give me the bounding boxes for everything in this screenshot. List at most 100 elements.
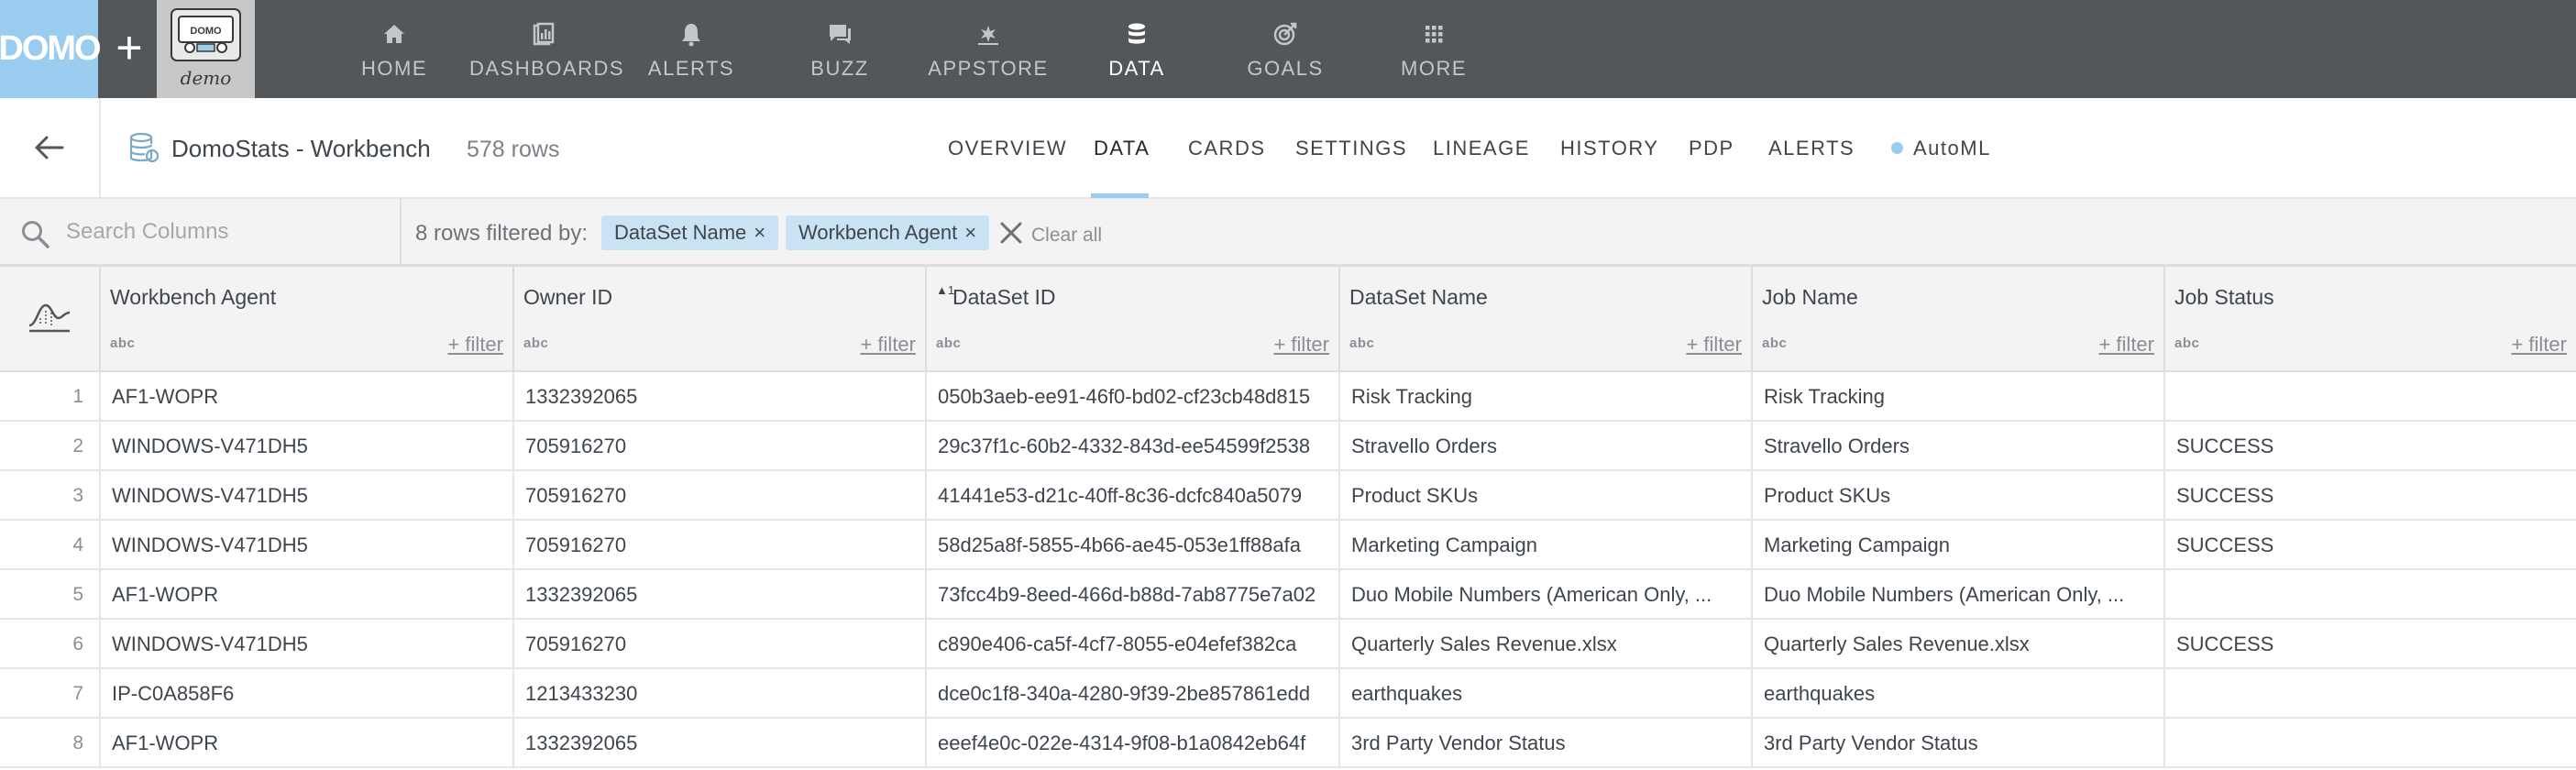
table-cell[interactable]: 73fcc4b9-8eed-466d-b88d-7ab8775e7a02 bbox=[927, 570, 1340, 620]
table-cell[interactable]: Quarterly Sales Revenue.xlsx bbox=[1753, 620, 2165, 669]
table-cell[interactable]: c890e406-ca5f-4cf7-8055-e04efef382ca bbox=[927, 620, 1340, 669]
add-filter-button[interactable]: + filter bbox=[1273, 333, 1329, 357]
back-button[interactable] bbox=[0, 98, 101, 197]
chip-remove-icon[interactable]: × bbox=[754, 221, 765, 244]
add-filter-button[interactable]: + filter bbox=[2098, 333, 2154, 357]
nav-dashboards[interactable]: DASHBOARDS bbox=[469, 0, 623, 98]
table-cell[interactable]: 050b3aeb-ee91-46f0-bd02-cf23cb48d815 bbox=[927, 372, 1340, 422]
column-header[interactable]: Owner ID abc + filter bbox=[514, 267, 927, 372]
table-cell[interactable]: WINDOWS-V471DH5 bbox=[101, 521, 514, 570]
table-cell[interactable]: SUCCESS bbox=[2165, 422, 2576, 471]
add-filter-button[interactable]: + filter bbox=[860, 333, 916, 357]
table-cell[interactable]: Marketing Campaign bbox=[1753, 521, 2165, 570]
table-cell[interactable]: dce0c1f8-340a-4280-9f39-2be857861edd bbox=[927, 669, 1340, 719]
table-cell[interactable]: AF1-WOPR bbox=[101, 719, 514, 768]
table-cell[interactable]: 1332392065 bbox=[514, 570, 927, 620]
table-cell[interactable]: 58d25a8f-5855-4b66-ae45-053e1ff88afa bbox=[927, 521, 1340, 570]
tab-history[interactable]: HISTORY bbox=[1560, 137, 1659, 160]
add-filter-button[interactable]: + filter bbox=[1686, 333, 1742, 357]
table-row[interactable]: 5 AF1-WOPR 1332392065 73fcc4b9-8eed-466d-b8… bbox=[0, 570, 2576, 620]
table-cell[interactable]: Risk Tracking bbox=[1753, 372, 2165, 422]
table-cell[interactable]: Product SKUs bbox=[1753, 471, 2165, 521]
domo-logo[interactable]: DOMO bbox=[0, 0, 102, 98]
table-cell[interactable]: 705916270 bbox=[514, 422, 927, 471]
tab-data[interactable]: DATA bbox=[1094, 137, 1150, 160]
table-cell[interactable]: 705916270 bbox=[514, 521, 927, 570]
table-cell[interactable]: 3rd Party Vendor Status bbox=[1340, 719, 1753, 768]
table-row[interactable]: 7 IP-C0A858F6 1213433230 dce0c1f8-340a-4280… bbox=[0, 669, 2576, 719]
nav-buzz[interactable]: BUZZ bbox=[766, 0, 913, 98]
table-row[interactable]: 8 AF1-WOPR 1332392065 eeef4e0c-022e-4314-9f… bbox=[0, 719, 2576, 768]
table-cell[interactable]: AF1-WOPR bbox=[101, 570, 514, 620]
tab-pdp[interactable]: PDP bbox=[1689, 137, 1734, 160]
table-cell[interactable]: WINDOWS-V471DH5 bbox=[101, 471, 514, 521]
table-cell[interactable]: WINDOWS-V471DH5 bbox=[101, 620, 514, 669]
table-cell[interactable]: SUCCESS bbox=[2165, 471, 2576, 521]
tab-settings[interactable]: SETTINGS bbox=[1295, 137, 1407, 160]
table-row[interactable]: 2 WINDOWS-V471DH5 705916270 29c37f1c-60b2-4… bbox=[0, 422, 2576, 471]
table-cell[interactable]: 1332392065 bbox=[514, 719, 927, 768]
tab-alerts[interactable]: ALERTS bbox=[1768, 137, 1855, 160]
table-cell[interactable]: 29c37f1c-60b2-4332-843d-ee54599f2538 bbox=[927, 422, 1340, 471]
column-header[interactable]: DataSet ID ▲1 abc + filter bbox=[927, 267, 1340, 372]
clear-all-link[interactable]: Clear all bbox=[1031, 225, 1102, 247]
nav-more[interactable]: MORE bbox=[1360, 0, 1507, 98]
sort-ascending-icon[interactable]: ▲1 bbox=[936, 284, 954, 296]
search-columns-input[interactable] bbox=[64, 214, 385, 250]
filter-chip-workbench-agent[interactable]: Workbench Agent × bbox=[786, 215, 990, 250]
table-cell[interactable]: WINDOWS-V471DH5 bbox=[101, 422, 514, 471]
table-cell[interactable]: Duo Mobile Numbers (American Only, ... bbox=[1340, 570, 1753, 620]
nav-goals[interactable]: GOALS bbox=[1212, 0, 1359, 98]
tab-cards[interactable]: CARDS bbox=[1188, 137, 1266, 160]
table-cell[interactable]: SUCCESS bbox=[2165, 521, 2576, 570]
table-cell[interactable] bbox=[2165, 719, 2576, 768]
chat-icon bbox=[830, 25, 851, 44]
table-cell[interactable]: Quarterly Sales Revenue.xlsx bbox=[1340, 620, 1753, 669]
table-cell[interactable]: Stravello Orders bbox=[1340, 422, 1753, 471]
table-row[interactable]: 6 WINDOWS-V471DH5 705916270 c890e406-ca5f-4… bbox=[0, 620, 2576, 669]
table-cell[interactable] bbox=[2165, 669, 2576, 719]
row-index-header[interactable] bbox=[0, 267, 101, 372]
table-cell[interactable]: Risk Tracking bbox=[1340, 372, 1753, 422]
tab-overview[interactable]: OVERVIEW bbox=[948, 137, 1067, 160]
table-cell[interactable]: IP-C0A858F6 bbox=[101, 669, 514, 719]
nav-home[interactable]: HOME bbox=[321, 0, 468, 98]
table-cell[interactable]: 705916270 bbox=[514, 471, 927, 521]
table-cell[interactable]: Marketing Campaign bbox=[1340, 521, 1753, 570]
table-cell[interactable]: SUCCESS bbox=[2165, 620, 2576, 669]
add-filter-button[interactable]: + filter bbox=[447, 333, 503, 357]
table-cell[interactable]: 1332392065 bbox=[514, 372, 927, 422]
tab-lineage[interactable]: LINEAGE bbox=[1433, 137, 1530, 160]
table-row[interactable]: 3 WINDOWS-V471DH5 705916270 41441e53-d21c-4… bbox=[0, 471, 2576, 521]
add-filter-button[interactable]: + filter bbox=[2511, 333, 2567, 357]
table-cell[interactable]: AF1-WOPR bbox=[101, 372, 514, 422]
column-header[interactable]: DataSet Name abc + filter bbox=[1340, 267, 1753, 372]
table-cell[interactable]: eeef4e0c-022e-4314-9f08-b1a0842eb64f bbox=[927, 719, 1340, 768]
filter-chip-dataset-name[interactable]: DataSet Name × bbox=[601, 215, 779, 250]
table-cell[interactable]: earthquakes bbox=[1340, 669, 1753, 719]
table-row[interactable]: 4 WINDOWS-V471DH5 705916270 58d25a8f-5855-4… bbox=[0, 521, 2576, 570]
column-header[interactable]: Workbench Agent abc + filter bbox=[101, 267, 514, 372]
table-cell[interactable]: 1213433230 bbox=[514, 669, 927, 719]
instance-logo[interactable]: DOMO demo bbox=[157, 0, 255, 98]
add-button[interactable]: + bbox=[104, 22, 155, 73]
table-cell[interactable]: Product SKUs bbox=[1340, 471, 1753, 521]
nav-appstore[interactable]: APPSTORE bbox=[915, 0, 1062, 98]
chip-remove-icon[interactable]: × bbox=[964, 221, 976, 244]
nav-data[interactable]: DATA bbox=[1063, 0, 1210, 98]
table-cell[interactable]: Duo Mobile Numbers (American Only, ... bbox=[1753, 570, 2165, 620]
nav-alerts[interactable]: ALERTS bbox=[618, 0, 765, 98]
close-icon[interactable] bbox=[997, 219, 1025, 247]
dataset-title[interactable]: DomoStats - Workbench bbox=[171, 135, 431, 163]
tab-automl[interactable]: AutoML bbox=[1913, 137, 1991, 160]
table-cell[interactable]: Stravello Orders bbox=[1753, 422, 2165, 471]
table-row[interactable]: 1 AF1-WOPR 1332392065 050b3aeb-ee91-46f0-bd… bbox=[0, 372, 2576, 422]
table-cell[interactable]: 3rd Party Vendor Status bbox=[1753, 719, 2165, 768]
table-cell[interactable]: 41441e53-d21c-40ff-8c36-dcfc840a5079 bbox=[927, 471, 1340, 521]
table-cell[interactable]: 705916270 bbox=[514, 620, 927, 669]
table-cell[interactable] bbox=[2165, 372, 2576, 422]
column-header[interactable]: Job Name abc + filter bbox=[1753, 267, 2165, 372]
column-header[interactable]: Job Status abc + filter bbox=[2165, 267, 2576, 372]
table-cell[interactable] bbox=[2165, 570, 2576, 620]
table-cell[interactable]: earthquakes bbox=[1753, 669, 2165, 719]
